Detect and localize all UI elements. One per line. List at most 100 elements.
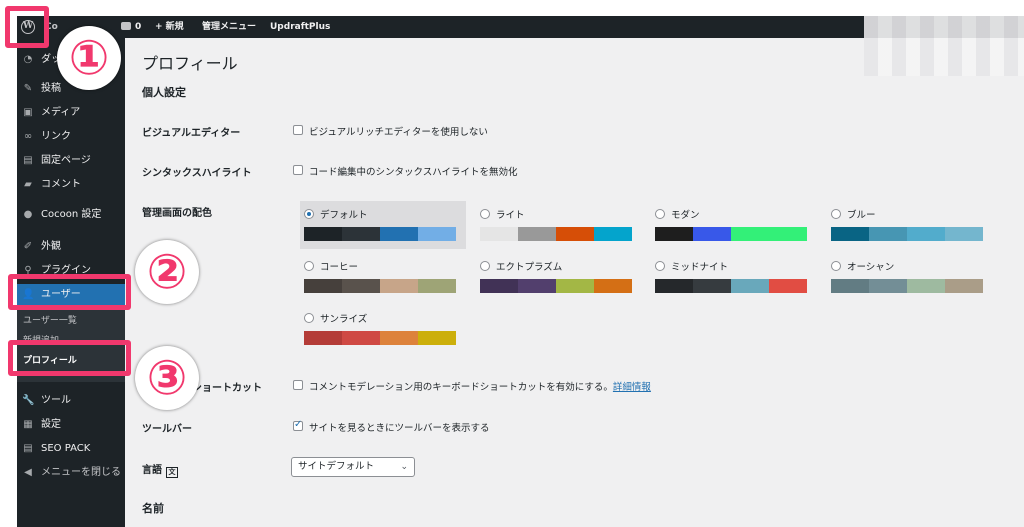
keyboard-shortcut-option: コメントモデレーション用のキーボードショートカットを有効にする。詳細情報 <box>309 382 651 393</box>
syntax-highlight-checkbox[interactable] <box>293 165 303 175</box>
sidebar-item-seo-pack[interactable]: ▤ SEO PACK <box>17 438 125 460</box>
color-swatch <box>380 227 418 241</box>
admin-menu-link[interactable]: 管理メニュー <box>202 16 256 38</box>
color-swatch <box>342 227 380 241</box>
scheme-ocean-radio[interactable] <box>831 261 841 271</box>
sidebar-item-appearance[interactable]: ✐ 外観 <box>17 236 125 258</box>
color-swatch <box>304 331 342 345</box>
color-swatch <box>304 279 342 293</box>
color-swatch <box>869 227 907 241</box>
sidebar-collapse-menu[interactable]: ◀ メニューを閉じる <box>17 462 125 484</box>
scheme-ectoplasm-radio[interactable] <box>480 261 490 271</box>
color-swatch <box>769 227 807 241</box>
scheme-swatches <box>304 331 456 345</box>
page-title: プロフィール <box>142 54 238 73</box>
sidebar-item-tools[interactable]: 🔧 ツール <box>17 390 125 412</box>
toolbar-option-text: サイトを見るときにツールバーを表示する <box>309 423 490 434</box>
scheme-modern[interactable]: モダン <box>651 201 817 249</box>
sidebar-item-settings[interactable]: ▦ 設定 <box>17 414 125 436</box>
page-icon: ▤ <box>23 155 33 166</box>
toolbar-checkbox[interactable] <box>293 419 303 431</box>
link-icon: ∞ <box>23 131 33 142</box>
annotation-badge-1: ① <box>57 26 121 90</box>
section-name: 名前 <box>142 502 164 515</box>
comments-link[interactable]: 0 <box>121 16 141 38</box>
scheme-swatches <box>480 279 632 293</box>
settings-icon: ▦ <box>23 419 33 430</box>
sidebar-item-cocoon[interactable]: ● Cocoon 設定 <box>17 204 125 226</box>
sidebar-item-comments[interactable]: ▰ コメント <box>17 174 125 196</box>
media-icon: ▣ <box>23 107 33 118</box>
updraftplus-link[interactable]: UpdraftPlus <box>270 16 330 38</box>
comment-icon: ▰ <box>24 179 32 190</box>
color-swatch <box>945 227 983 241</box>
submenu-user-list[interactable]: ユーザー一覧 <box>17 312 125 330</box>
scheme-midnight-radio[interactable] <box>655 261 665 271</box>
comments-count: 0 <box>135 22 142 32</box>
scheme-sunrise[interactable]: サンライズ <box>300 305 466 353</box>
comment-bubble-icon <box>121 22 131 30</box>
new-content-link[interactable]: + 新規 <box>155 16 184 38</box>
scheme-swatches <box>831 279 983 293</box>
scheme-midnight[interactable]: ミッドナイト <box>651 253 817 301</box>
color-swatch <box>831 227 869 241</box>
syntax-highlight-label: シンタックスハイライト <box>142 168 252 179</box>
color-swatch <box>731 279 769 293</box>
highlight-users-menu <box>8 274 131 310</box>
scheme-default[interactable]: デフォルト <box>300 201 466 249</box>
highlight-profile-menu <box>8 340 131 376</box>
scheme-swatches <box>831 227 983 241</box>
scheme-light-radio[interactable] <box>480 209 490 219</box>
scheme-swatches <box>304 279 456 293</box>
details-link[interactable]: 詳細情報 <box>613 382 651 393</box>
scheme-coffee-radio[interactable] <box>304 261 314 271</box>
color-swatch <box>655 279 693 293</box>
collapse-icon: ◀ <box>24 467 32 478</box>
scheme-modern-radio[interactable] <box>655 209 665 219</box>
scheme-blue-radio[interactable] <box>831 209 841 219</box>
color-swatch <box>869 279 907 293</box>
scheme-light[interactable]: ライト <box>476 201 642 249</box>
visual-editor-label: ビジュアルエディター <box>142 128 241 139</box>
scheme-sunrise-radio[interactable] <box>304 313 314 323</box>
color-swatch <box>769 279 807 293</box>
scheme-ectoplasm[interactable]: エクトプラズム <box>476 253 642 301</box>
color-swatch <box>907 227 945 241</box>
annotation-badge-2: ② <box>135 240 199 304</box>
sidebar-item-links[interactable]: ∞ リンク <box>17 126 125 148</box>
scheme-ocean[interactable]: オーシャン <box>827 253 993 301</box>
color-swatch <box>380 279 418 293</box>
toolbar-label: ツールバー <box>142 424 192 435</box>
scheme-default-radio[interactable] <box>304 209 314 219</box>
scheme-blue[interactable]: ブルー <box>827 201 993 249</box>
color-swatch <box>655 227 693 241</box>
scheme-swatches <box>655 227 807 241</box>
syntax-highlight-option-text: コード編集中のシンタックスハイライトを無効化 <box>309 167 518 178</box>
language-select[interactable]: サイトデフォルト ⌄ <box>291 457 415 477</box>
color-swatch <box>518 279 556 293</box>
sidebar-item-pages[interactable]: ▤ 固定ページ <box>17 150 125 172</box>
pin-icon: ✎ <box>23 83 33 94</box>
chevron-down-icon: ⌄ <box>400 462 408 472</box>
sidebar-item-media[interactable]: ▣ メディア <box>17 102 125 124</box>
section-personal-settings: 個人設定 <box>142 86 186 99</box>
circle-icon: ● <box>23 209 33 220</box>
color-swatch <box>945 279 983 293</box>
keyboard-shortcut-checkbox[interactable] <box>293 380 303 390</box>
scheme-swatches <box>480 227 632 241</box>
color-swatch <box>480 227 518 241</box>
brush-icon: ✐ <box>23 241 33 252</box>
color-swatch <box>418 331 456 345</box>
scheme-coffee[interactable]: コーヒー <box>300 253 466 301</box>
color-swatch <box>693 227 731 241</box>
color-swatch <box>518 227 556 241</box>
visual-editor-option-text: ビジュアルリッチエディターを使用しない <box>309 127 488 138</box>
color-swatch <box>907 279 945 293</box>
color-swatch <box>418 227 456 241</box>
translate-icon: 文 <box>166 467 178 478</box>
color-swatch <box>594 227 632 241</box>
dashboard-icon: ◔ <box>23 54 33 65</box>
scheme-swatches <box>304 227 456 241</box>
visual-editor-checkbox[interactable] <box>293 125 303 135</box>
color-swatch <box>304 227 342 241</box>
